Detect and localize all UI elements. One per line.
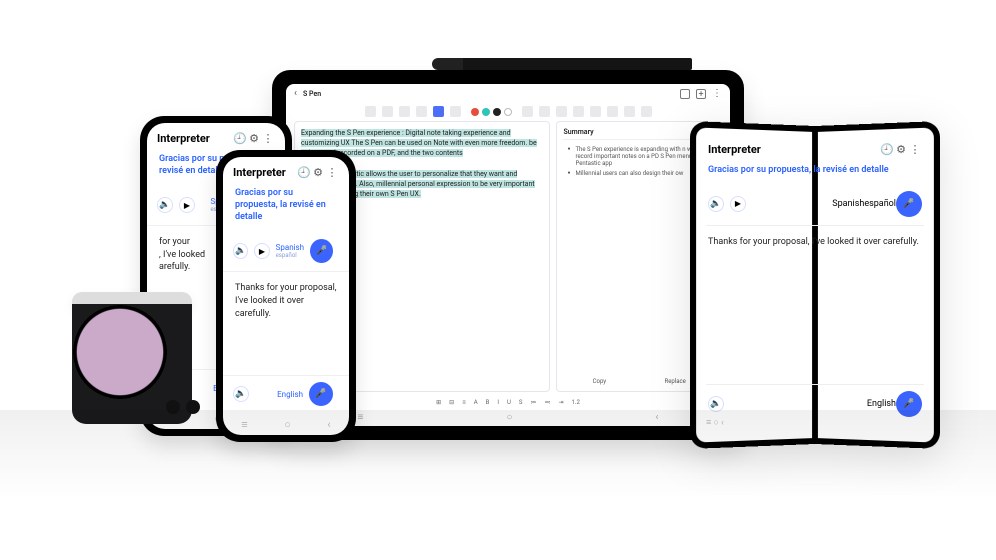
expand-icon[interactable] [680,89,690,99]
fmt-i[interactable]: ≕ [544,399,550,406]
play-icon[interactable] [254,243,269,259]
mic-button[interactable] [310,239,333,263]
fmt-i[interactable]: ≡ [462,399,466,406]
nav-back-icon[interactable]: ‹ [655,412,658,423]
doc-title: S Pen [303,90,321,98]
back-icon[interactable]: ‹ [294,88,297,99]
more-icon[interactable]: ⋮ [261,131,275,145]
more-icon[interactable]: ⋮ [325,165,339,179]
tablet-titlebar: ‹ S Pen [286,84,730,103]
s-pen [432,58,692,70]
color-add[interactable] [504,108,512,116]
app-title: Interpreter [233,166,286,179]
settings-icon[interactable] [311,165,325,179]
fmt-i[interactable]: ⊞ [436,399,441,406]
tool-pen[interactable] [365,106,376,117]
color-red[interactable] [471,108,479,116]
settings-icon[interactable] [247,131,261,145]
tool-d[interactable] [573,106,584,117]
history-icon[interactable] [297,165,311,179]
color-teal[interactable] [482,108,490,116]
tool-f[interactable] [607,106,618,117]
fmt-i[interactable]: B [486,399,490,406]
fmt-i[interactable]: 1.2 [572,399,580,406]
tool-text[interactable] [433,106,444,117]
source-text: Gracias por su propuesta, la revisé en d… [223,183,349,233]
history-icon[interactable] [233,131,247,145]
mic-button[interactable] [309,382,333,406]
speaker-icon[interactable] [233,386,249,402]
tool-c[interactable] [556,106,567,117]
tool-g[interactable] [624,106,635,117]
nav-recent-icon[interactable]: ≡ [241,418,247,431]
fmt-i[interactable]: A [474,399,478,406]
tool-eraser[interactable] [399,106,410,117]
nav-recent-icon[interactable]: ≡ [358,412,364,423]
tool-e[interactable] [590,106,601,117]
camera-lens [166,400,180,414]
fmt-i[interactable]: I [497,399,499,406]
fold-device: Interpreter ⋮ Gracias por su propuesta, … [690,126,940,444]
fmt-i[interactable]: ⇥ [558,399,563,406]
pen-toolbar [286,103,730,121]
add-icon[interactable] [696,89,706,99]
fmt-i[interactable]: S [519,399,523,406]
fmt-i[interactable]: U [507,399,511,406]
app-title: Interpreter [157,132,210,145]
tool-h[interactable] [641,106,652,117]
speaker-icon[interactable] [233,243,248,259]
tool-attach[interactable] [450,106,461,117]
src-lang[interactable]: Spanishespañol [276,243,305,259]
tool-b[interactable] [539,106,550,117]
tool-highlighter[interactable] [382,106,393,117]
more-icon[interactable] [712,88,722,99]
play-icon[interactable] [179,197,195,213]
nav-home-icon[interactable]: ○ [506,412,512,423]
nav-home-icon[interactable]: ○ [284,418,291,431]
tool-select[interactable] [416,106,427,117]
flip-device [72,292,192,424]
fmt-i[interactable]: ⊟ [449,399,454,406]
copy-button[interactable]: Copy [593,378,607,385]
nav-back-icon[interactable]: ‹ [327,418,330,431]
replace-button[interactable]: Replace [665,378,686,385]
target-text: Thanks for your proposal, I've looked it… [223,272,349,330]
dst-lang[interactable]: English [277,390,303,399]
doc-text-1: Expanding the S Pen experience : Digital… [301,129,529,147]
tool-a[interactable] [522,106,533,117]
color-black[interactable] [493,108,501,116]
speaker-icon[interactable] [157,197,173,213]
fmt-i[interactable]: ≔ [530,399,536,406]
phone-device-2: Interpreter ⋮ Gracias por su propuesta, … [216,150,356,442]
